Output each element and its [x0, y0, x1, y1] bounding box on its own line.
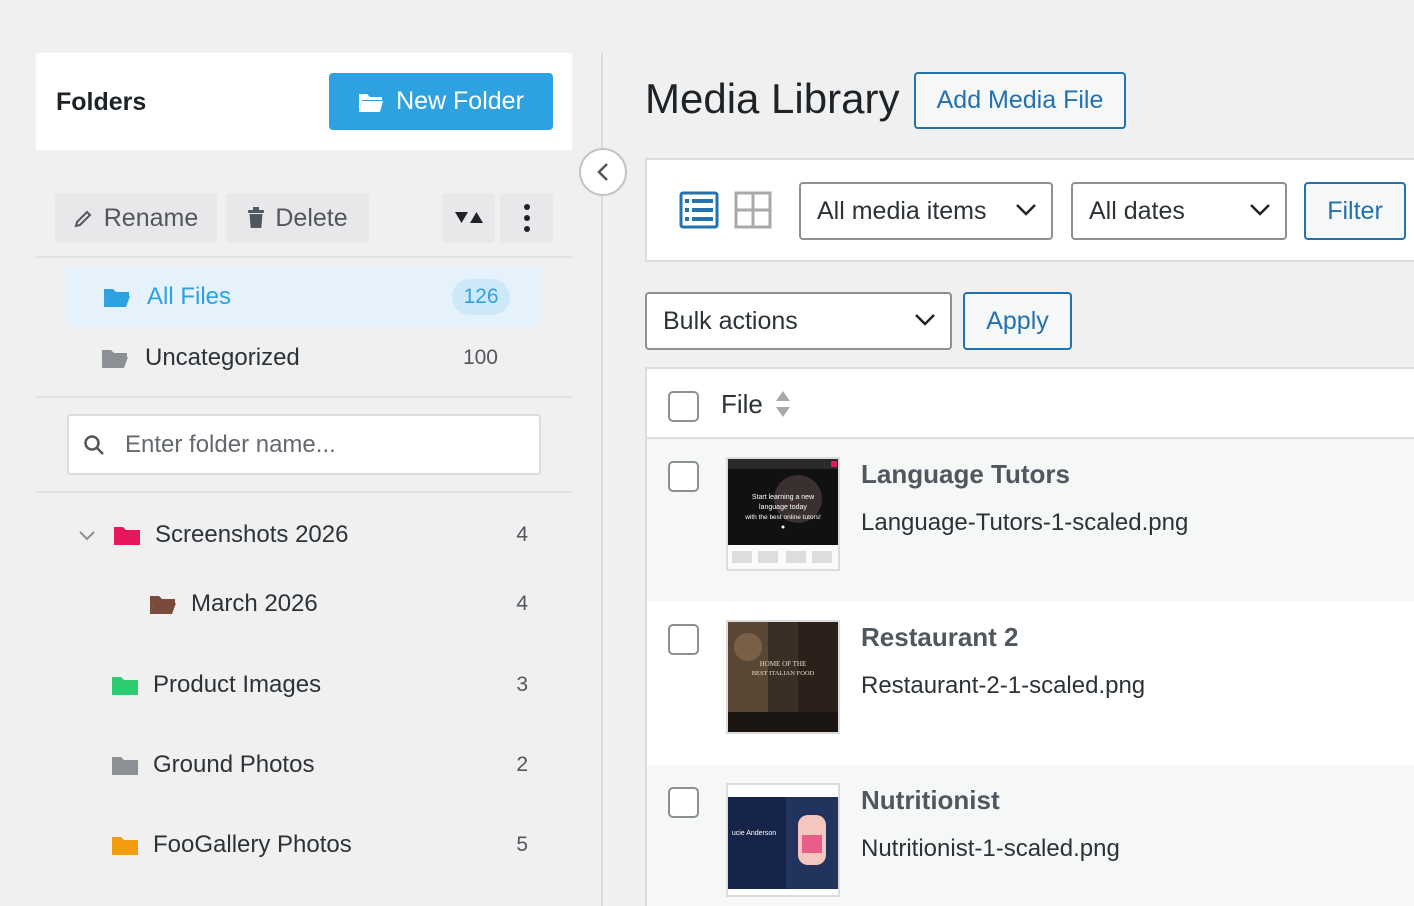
media-table: File Start learning a new language today… — [645, 367, 1414, 906]
dates-value: All dates — [1089, 196, 1185, 225]
chevron-left-icon — [597, 163, 608, 181]
filter-button[interactable]: Filter — [1304, 182, 1406, 240]
chevron-down-icon — [1250, 204, 1270, 216]
media-title-link[interactable]: Language Tutors — [861, 459, 1070, 490]
delete-button[interactable]: Delete — [226, 193, 369, 243]
table-row: ucie Anderson Nutritionist Nutritionist-… — [647, 765, 1414, 906]
select-all-checkbox[interactable] — [668, 391, 699, 422]
tree-item-label: FooGallery Photos — [153, 831, 352, 858]
table-row: Start learning a new language today with… — [647, 439, 1414, 602]
list-view-icon[interactable] — [679, 190, 719, 230]
folder-uncategorized[interactable]: Uncategorized 100 — [66, 328, 542, 388]
folder-icon — [112, 837, 138, 855]
kebab-menu-icon — [523, 204, 530, 232]
media-title-link[interactable]: Restaurant 2 — [861, 622, 1019, 653]
new-folder-label: New Folder — [396, 87, 524, 115]
thumbnail-image: ucie Anderson — [728, 785, 838, 895]
row-checkbox[interactable] — [668, 461, 699, 492]
filter-bar: All media items All dates Filter — [645, 158, 1414, 262]
folder-count: 100 — [462, 346, 498, 369]
tree-item-count: 2 — [516, 753, 528, 776]
media-filename: Language-Tutors-1-scaled.png — [861, 509, 1189, 536]
media-thumbnail[interactable]: ucie Anderson — [726, 783, 840, 897]
media-thumbnail[interactable]: HOME OF THE BEST ITALIAN FOOD — [726, 620, 840, 734]
folder-open-icon — [102, 350, 128, 368]
folder-icon — [112, 757, 138, 775]
bulk-actions-select[interactable]: Bulk actions — [645, 292, 952, 350]
tree-item-label: Screenshots 2026 — [155, 521, 349, 548]
folder-count-badge: 126 — [452, 279, 510, 315]
divider — [36, 256, 572, 258]
tree-item-label: Product Images — [153, 671, 322, 698]
new-folder-button[interactable]: New Folder — [329, 73, 553, 130]
tree-item-count: 3 — [516, 673, 528, 696]
folder-icon — [112, 677, 138, 695]
media-type-value: All media items — [817, 196, 987, 225]
search-icon — [84, 434, 104, 455]
media-filename: Restaurant-2-1-scaled.png — [861, 672, 1146, 699]
thumbnail-text: with the best online tutors! — [744, 514, 821, 521]
rename-button[interactable]: Rename — [55, 193, 217, 243]
dates-select[interactable]: All dates — [1071, 182, 1287, 240]
page-title: Media Library — [645, 75, 900, 122]
row-checkbox[interactable] — [668, 624, 699, 655]
tree-item-ground-photos[interactable]: Ground Photos 2 — [111, 741, 572, 789]
folders-header: Folders New Folder — [36, 53, 572, 150]
sort-arrows-icon — [454, 212, 483, 223]
folder-label: All Files — [147, 283, 232, 310]
folders-panel: Folders New Folder Rename Delete All Fil… — [36, 53, 572, 906]
media-title-link[interactable]: Nutritionist — [861, 785, 1000, 816]
chevron-down-icon[interactable] — [77, 525, 97, 545]
thumbnail-text: HOME OF THE — [760, 660, 807, 668]
folder-open-icon — [359, 93, 384, 112]
folder-toolbar: Rename Delete — [36, 193, 572, 257]
grid-view-icon[interactable] — [733, 190, 773, 230]
media-type-select[interactable]: All media items — [799, 182, 1053, 240]
tree-item-count: 4 — [516, 592, 528, 615]
folder-all-files[interactable]: All Files 126 — [66, 267, 542, 327]
table-header: File — [647, 369, 1414, 439]
folders-title: Folders — [56, 88, 147, 116]
folder-label: Uncategorized — [145, 344, 300, 371]
divider — [36, 491, 572, 493]
thumbnail-text: Start learning a new — [752, 494, 815, 501]
tree-item-product-images[interactable]: Product Images 3 — [111, 661, 572, 709]
collapse-panel-button[interactable] — [579, 148, 627, 196]
file-column-header[interactable]: File — [721, 389, 763, 420]
delete-label: Delete — [275, 203, 348, 232]
folder-open-icon — [150, 596, 176, 614]
tree-item-count: 4 — [516, 523, 528, 546]
thumbnail-text: BEST ITALIAN FOOD — [752, 670, 815, 677]
trash-icon — [248, 207, 265, 228]
sort-toggle-button[interactable] — [442, 193, 495, 243]
sort-icon[interactable] — [775, 389, 791, 419]
tree-item-count: 5 — [516, 833, 528, 856]
pencil-icon — [74, 210, 92, 228]
tree-item-label: March 2026 — [191, 590, 318, 617]
table-row: HOME OF THE BEST ITALIAN FOOD Restaurant… — [647, 602, 1414, 765]
add-media-file-button[interactable]: Add Media File — [914, 72, 1126, 129]
media-filename: Nutritionist-1-scaled.png — [861, 835, 1120, 862]
row-checkbox[interactable] — [668, 787, 699, 818]
thumbnail-image: Start learning a new language today with… — [728, 459, 838, 569]
folder-search-input[interactable] — [125, 430, 525, 459]
tree-item-label: Ground Photos — [153, 751, 315, 778]
rename-label: Rename — [103, 203, 199, 232]
media-thumbnail[interactable]: Start learning a new language today with… — [726, 457, 840, 571]
chevron-down-icon — [915, 314, 935, 326]
apply-button[interactable]: Apply — [963, 292, 1072, 350]
tree-item-foogallery-photos[interactable]: FooGallery Photos 5 — [111, 821, 572, 869]
bulk-actions-value: Bulk actions — [663, 306, 798, 335]
divider — [36, 396, 572, 398]
thumbnail-text: ucie Anderson — [732, 830, 776, 837]
folder-open-icon — [104, 289, 130, 307]
more-options-button[interactable] — [500, 193, 553, 243]
thumbnail-image: HOME OF THE BEST ITALIAN FOOD — [728, 622, 838, 732]
chevron-down-icon — [1016, 204, 1036, 216]
folder-search-box[interactable] — [67, 414, 541, 475]
tree-item-march-2026[interactable]: March 2026 4 — [149, 580, 572, 628]
tree-item-screenshots-2026[interactable]: Screenshots 2026 4 — [77, 511, 572, 559]
thumbnail-text: language today — [759, 504, 807, 511]
folder-icon — [114, 527, 140, 545]
